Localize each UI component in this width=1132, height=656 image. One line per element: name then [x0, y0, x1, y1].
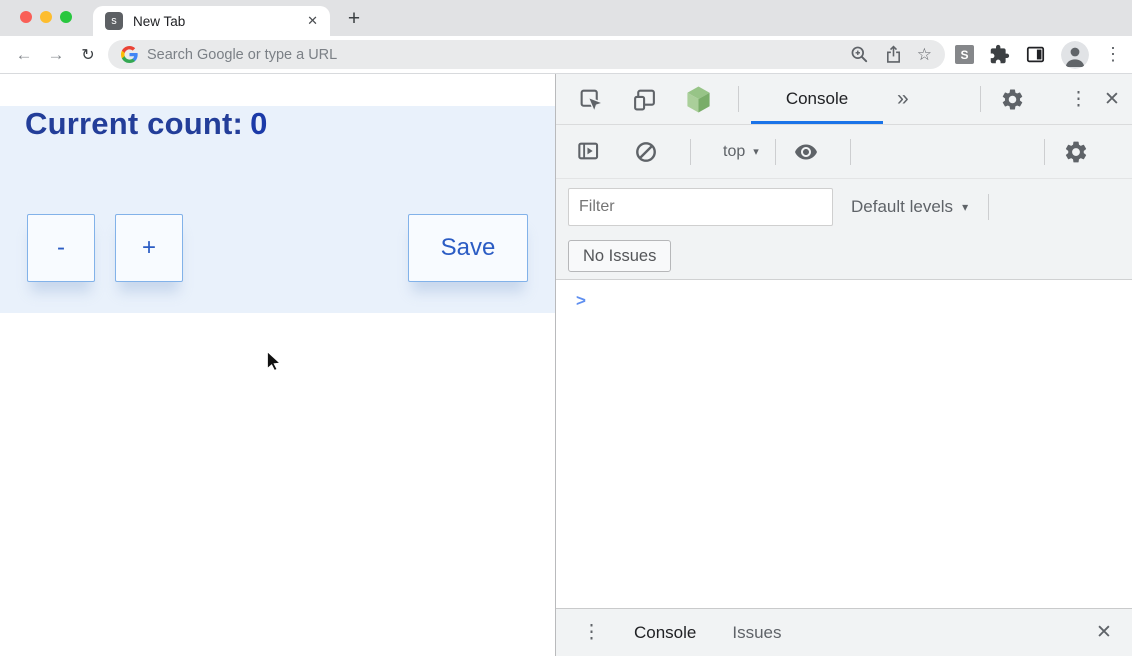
tab-favicon: s	[105, 12, 123, 30]
web-page: Current count:0 - + Save	[0, 74, 555, 656]
no-issues-button[interactable]: No Issues	[568, 240, 671, 272]
save-button[interactable]: Save	[408, 214, 528, 282]
divider	[988, 194, 989, 220]
console-toolbar: top ▾	[556, 125, 1132, 179]
browser-toolbar: ← → ↻ Search Google or type a URL	[0, 36, 1132, 74]
device-toolbar-icon[interactable]	[630, 85, 658, 113]
clear-console-icon[interactable]	[632, 138, 660, 166]
console-output[interactable]: >	[556, 280, 1132, 608]
omnibox-actions: ☆	[849, 44, 932, 65]
close-devtools-icon[interactable]: ✕	[1102, 88, 1122, 111]
context-dropdown-icon[interactable]: ▾	[753, 145, 759, 158]
context-selector[interactable]: top	[723, 143, 745, 161]
drawer-tab-console[interactable]: Console	[634, 623, 696, 643]
console-sidebar-toggle-icon[interactable]	[574, 138, 602, 166]
page-title: Current count:0	[25, 106, 555, 142]
forward-button[interactable]: →	[40, 45, 72, 65]
content-area: Current count:0 - + Save	[0, 74, 1132, 656]
zoom-icon[interactable]	[849, 44, 870, 65]
close-tab-icon[interactable]: ✕	[307, 13, 318, 29]
devtools-drawer: ⋮ Console Issues ✕	[556, 608, 1132, 656]
issues-bar: No Issues	[556, 234, 1132, 280]
browser-tab[interactable]: s New Tab ✕	[93, 6, 330, 36]
more-tabs-icon[interactable]: »	[897, 87, 909, 111]
devtools-panel: Console » ⋮ ✕	[555, 74, 1132, 656]
google-logo-icon	[121, 46, 138, 63]
tab-favicon-letter: s	[111, 15, 117, 27]
console-prompt-icon[interactable]: >	[576, 291, 586, 311]
decrement-button[interactable]: -	[27, 214, 95, 282]
log-levels-selector[interactable]: Default levels	[851, 197, 953, 217]
tab-title: New Tab	[133, 14, 307, 29]
console-toolbar-right	[1044, 138, 1120, 166]
window-zoom-button[interactable]	[60, 11, 72, 23]
inspect-element-icon[interactable]	[576, 85, 604, 113]
drawer-menu-icon[interactable]: ⋮	[582, 621, 598, 644]
counter-app: Current count:0 - + Save	[0, 106, 555, 313]
devtools-menu-icon[interactable]: ⋮	[1069, 88, 1085, 111]
reload-button[interactable]: ↻	[72, 45, 104, 65]
count-value: 0	[250, 106, 267, 141]
node-icon[interactable]	[684, 85, 712, 113]
address-bar-placeholder: Search Google or type a URL	[147, 47, 849, 63]
address-bar[interactable]: Search Google or type a URL	[108, 40, 945, 69]
devtools-tab-bar: Console » ⋮ ✕	[556, 74, 1132, 125]
filter-input[interactable]	[568, 188, 833, 226]
mouse-cursor	[266, 350, 283, 372]
traffic-lights	[20, 11, 72, 23]
window-close-button[interactable]	[20, 11, 32, 23]
count-label: Current count:	[25, 106, 243, 141]
browser-menu-icon[interactable]: ⋮	[1104, 44, 1118, 65]
divider	[1044, 139, 1045, 165]
console-settings-gear-icon[interactable]	[1062, 138, 1090, 166]
share-icon[interactable]	[883, 44, 904, 65]
bookmark-star-icon[interactable]: ☆	[917, 46, 932, 63]
side-panel-icon[interactable]	[1025, 44, 1046, 65]
close-drawer-icon[interactable]: ✕	[1094, 621, 1114, 644]
settings-gear-icon[interactable]	[998, 85, 1026, 113]
browser-window: s New Tab ✕ + ← → ↻ Search Google or typ…	[0, 0, 1132, 656]
toolbar-extensions: S ⋮	[955, 41, 1124, 69]
divider	[850, 139, 851, 165]
divider	[738, 86, 739, 112]
levels-dropdown-icon[interactable]: ▾	[962, 200, 968, 214]
live-expression-eye-icon[interactable]	[792, 138, 820, 166]
tab-console[interactable]: Console	[751, 74, 883, 124]
button-row: - + Save	[27, 214, 528, 282]
extension-s-icon[interactable]: S	[955, 45, 974, 64]
increment-button[interactable]: +	[115, 214, 183, 282]
divider	[980, 86, 981, 112]
window-minimize-button[interactable]	[40, 11, 52, 23]
new-tab-button[interactable]: +	[343, 7, 365, 31]
back-button[interactable]: ←	[8, 45, 40, 65]
devtools-actions: ⋮ ✕	[980, 85, 1122, 113]
drawer-tab-issues[interactable]: Issues	[732, 623, 781, 643]
tab-strip: s New Tab ✕ +	[0, 0, 1132, 36]
console-filter-bar: Default levels ▾	[556, 179, 1132, 234]
divider	[775, 139, 776, 165]
divider	[690, 139, 691, 165]
extensions-puzzle-icon[interactable]	[989, 44, 1010, 65]
profile-avatar[interactable]	[1061, 41, 1089, 69]
